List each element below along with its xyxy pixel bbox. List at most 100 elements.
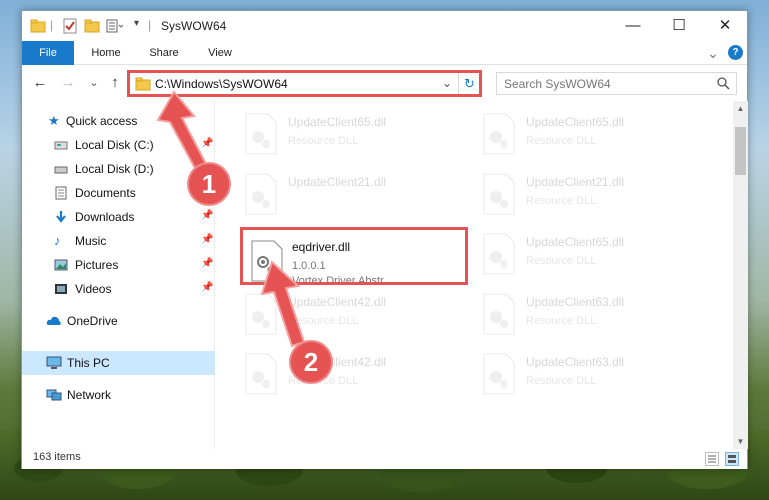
- recent-locations-button[interactable]: ⌄: [85, 74, 103, 92]
- music-icon: ♪: [54, 233, 61, 248]
- sidebar-item-pictures[interactable]: Pictures 📌: [22, 253, 215, 277]
- dll-file-icon: [244, 293, 278, 335]
- sidebar-item-label: Videos: [75, 282, 112, 296]
- pin-icon: 📌: [201, 234, 214, 245]
- step-1-badge: 1: [189, 164, 229, 204]
- sidebar-item-label: Downloads: [75, 210, 135, 224]
- dll-file-icon: [482, 293, 516, 335]
- pictures-icon: [54, 258, 68, 272]
- expand-ribbon-chevron-icon[interactable]: ⌄: [704, 41, 722, 65]
- maximize-button[interactable]: ☐: [656, 11, 702, 41]
- drive-icon: [54, 138, 68, 152]
- file-tile[interactable]: UpdateClient63.dll Resource DLL: [454, 345, 684, 401]
- search-icon[interactable]: [717, 77, 730, 93]
- title-bar: | ▾ | SysWOW64 — ☐ ✕: [22, 11, 747, 41]
- sidebar-item-label: OneDrive: [67, 314, 118, 328]
- sidebar-item-videos[interactable]: Videos 📌: [22, 277, 215, 301]
- ribbon-tabs: File Home Share View ⌄ ?: [22, 41, 747, 65]
- sidebar-item-local-disk-c[interactable]: Local Disk (C:) 📌: [22, 133, 215, 157]
- sidebar-item-quick-access[interactable]: ★ Quick access: [22, 109, 215, 133]
- tab-share[interactable]: Share: [142, 41, 186, 65]
- minimize-button[interactable]: —: [610, 11, 656, 41]
- dll-file-icon: [244, 173, 278, 215]
- new-folder-icon[interactable]: [84, 18, 100, 34]
- tab-view[interactable]: View: [198, 41, 242, 65]
- separator: |: [50, 18, 54, 32]
- address-bar-highlight: [127, 70, 482, 97]
- tiles-view-icon[interactable]: [725, 452, 739, 466]
- file-name: UpdateClient21.dll: [288, 175, 387, 189]
- pin-icon: 📌: [201, 210, 214, 221]
- sidebar-item-label: Music: [75, 234, 107, 248]
- file-highlight: [240, 227, 468, 285]
- customize-qat-chevron-icon[interactable]: ▾: [134, 18, 139, 34]
- sidebar-item-label: Quick access: [66, 114, 138, 128]
- sidebar-item-music[interactable]: ♪ Music 📌: [22, 229, 215, 253]
- file-tile[interactable]: UpdateClient21.dll: [216, 165, 446, 221]
- dll-file-icon: [244, 353, 278, 395]
- documents-icon: [54, 186, 68, 200]
- file-tile[interactable]: UpdateClient42.dll Resource DLL: [216, 345, 446, 401]
- back-button[interactable]: ←: [31, 74, 49, 92]
- sidebar-item-label: Local Disk (D:): [75, 162, 154, 176]
- file-explorer-window: | ▾ | SysWOW64 — ☐ ✕ File Home Share Vie…: [21, 10, 748, 469]
- details-view-icon[interactable]: [705, 452, 719, 466]
- sidebar-item-local-disk-d[interactable]: Local Disk (D:): [22, 157, 215, 181]
- file-name: UpdateClient42.dll: [288, 295, 387, 309]
- window-title: SysWOW64: [161, 19, 227, 33]
- star-icon: ★: [48, 113, 60, 128]
- sidebar-item-network[interactable]: Network: [22, 383, 215, 407]
- sidebar-item-this-pc[interactable]: This PC: [22, 351, 215, 375]
- file-tile[interactable]: UpdateClient21.dll Resource DLL: [454, 165, 684, 221]
- forward-button[interactable]: →: [59, 74, 77, 92]
- sidebar-item-documents[interactable]: Documents 📌: [22, 181, 215, 205]
- sidebar-item-onedrive[interactable]: OneDrive: [22, 309, 215, 333]
- pin-icon: 📌: [201, 138, 214, 149]
- close-button[interactable]: ✕: [702, 11, 748, 41]
- dll-file-icon: [482, 113, 516, 155]
- folder-icon: [30, 18, 46, 34]
- dll-file-icon: [482, 173, 516, 215]
- file-tile[interactable]: UpdateClient65.dll Resource DLL: [216, 105, 446, 161]
- properties-icon[interactable]: [62, 18, 78, 34]
- sidebar-item-label: Pictures: [75, 258, 119, 272]
- search-input[interactable]: Search SysWOW64: [496, 72, 737, 95]
- scrollbar-thumb[interactable]: [735, 127, 746, 175]
- separator: |: [148, 18, 152, 32]
- vertical-scrollbar[interactable]: ▲ ▼: [733, 101, 748, 449]
- file-description: Resource DLL: [526, 315, 597, 327]
- file-tile[interactable]: UpdateClient42.dll Resource DLL: [216, 285, 446, 341]
- sidebar-item-label: This PC: [67, 356, 110, 370]
- download-icon: [54, 210, 68, 224]
- file-description: Resource DLL: [526, 375, 597, 387]
- videos-icon: [54, 282, 68, 296]
- file-name: UpdateClient65.dll: [526, 235, 625, 249]
- sidebar-item-label: Local Disk (C:): [75, 138, 154, 152]
- status-bar: 163 items: [22, 449, 747, 469]
- file-name: UpdateClient65.dll: [526, 115, 625, 129]
- tab-file[interactable]: File: [22, 41, 74, 65]
- navigation-pane: ★ Quick access Local Disk (C:) 📌 Local D…: [22, 101, 215, 449]
- file-tile[interactable]: UpdateClient65.dll Resource DLL: [454, 105, 684, 161]
- file-description: Resource DLL: [526, 195, 597, 207]
- up-button[interactable]: ↑: [106, 74, 124, 92]
- file-tile[interactable]: UpdateClient63.dll Resource DLL: [454, 285, 684, 341]
- sidebar-item-downloads[interactable]: Downloads 📌: [22, 205, 215, 229]
- network-icon: [46, 388, 62, 402]
- sidebar-item-label: Documents: [75, 186, 136, 200]
- help-icon[interactable]: ?: [728, 45, 743, 60]
- scroll-down-arrow-icon[interactable]: ▼: [733, 434, 748, 449]
- dll-file-icon: [482, 353, 516, 395]
- file-description: Resource DLL: [526, 135, 597, 147]
- view-options-icon[interactable]: [106, 18, 126, 34]
- scroll-up-arrow-icon[interactable]: ▲: [733, 101, 748, 116]
- step-2-badge: 2: [291, 342, 331, 382]
- file-name: UpdateClient65.dll: [288, 115, 387, 129]
- file-tile[interactable]: UpdateClient65.dll Resource DLL: [454, 225, 684, 281]
- file-description: Resource DLL: [288, 135, 359, 147]
- item-count: 163 items: [33, 451, 81, 463]
- tab-home[interactable]: Home: [84, 41, 128, 65]
- file-name: UpdateClient21.dll: [526, 175, 625, 189]
- sidebar-item-label: Network: [67, 388, 112, 402]
- file-name: UpdateClient63.dll: [526, 355, 625, 369]
